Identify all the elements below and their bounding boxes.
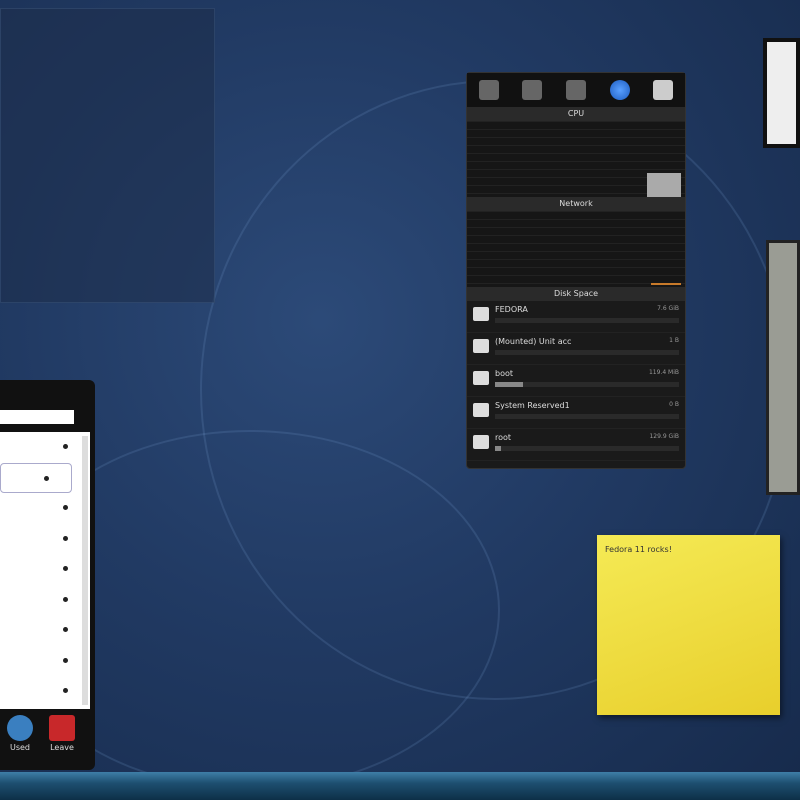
menu-item[interactable] <box>0 462 72 493</box>
disk-name: root <box>495 433 512 442</box>
menu-item[interactable] <box>0 554 90 585</box>
side-widget[interactable] <box>766 240 800 495</box>
disk-row: boot 119.4 MiB <box>467 365 685 397</box>
disk-row: (Mounted) Unit acc 1 B <box>467 333 685 365</box>
menu-item[interactable] <box>0 676 90 707</box>
disk-size: 1 B <box>669 337 679 344</box>
system-monitor-widget[interactable]: CPU Network Disk Space FEDORA 7.6 GiB (Mou… <box>466 72 686 469</box>
arrow-icon <box>44 475 49 481</box>
disk-usage-bar <box>495 382 679 387</box>
network-tab-icon[interactable] <box>522 80 543 100</box>
disk-row: System Reserved1 0 B <box>467 397 685 429</box>
arrow-icon <box>63 566 68 571</box>
disk-usage-bar <box>495 318 679 323</box>
network-graph <box>467 211 685 287</box>
disk-row: root 129.9 GiB <box>467 429 685 461</box>
disk-usage-bar <box>495 446 679 451</box>
disk-size: 119.4 MiB <box>648 369 679 376</box>
disk-name: FEDORA <box>495 305 528 314</box>
cpu-tab-icon[interactable] <box>478 80 499 100</box>
power-icon <box>49 715 75 741</box>
folder-view-widget[interactable] <box>0 8 215 303</box>
note-text[interactable]: Fedora 11 rocks! <box>605 545 672 554</box>
leave-button[interactable]: Leave <box>42 715 82 752</box>
disk-header: Disk Space <box>467 287 685 301</box>
menu-item[interactable] <box>0 646 90 677</box>
search-input[interactable] <box>0 410 74 424</box>
disk-row: FEDORA 7.6 GiB <box>467 301 685 333</box>
disk-usage-bar <box>495 350 679 355</box>
leave-label: Leave <box>50 743 74 752</box>
arrow-icon <box>63 657 68 663</box>
cpu-header: CPU <box>467 107 685 121</box>
disk-usage-bar <box>495 414 679 419</box>
disk-size: 129.9 GiB <box>649 433 679 440</box>
drive-icon <box>473 339 489 353</box>
cpu-graph <box>467 121 685 197</box>
drive-icon <box>473 435 489 449</box>
network-header: Network <box>467 197 685 211</box>
menu-item[interactable] <box>0 524 90 555</box>
arrow-icon <box>63 596 68 602</box>
disk-name: boot <box>495 369 514 378</box>
drive-icon <box>473 371 489 385</box>
kickoff-menu: Used Leave <box>0 380 95 770</box>
sticky-note[interactable]: Fedora 11 rocks! <box>597 535 780 715</box>
picture-frame-widget[interactable] <box>763 38 800 148</box>
arrow-icon <box>63 505 68 510</box>
disk-size: 0 B <box>669 401 679 408</box>
used-label: Used <box>9 743 31 752</box>
menu-list <box>0 432 90 709</box>
disk-tab-icon[interactable] <box>653 80 674 100</box>
menu-item[interactable] <box>0 493 90 524</box>
monitor-tabs <box>467 73 685 107</box>
disk-size: 7.6 GiB <box>657 305 679 312</box>
taskbar-panel[interactable] <box>0 772 800 800</box>
disk-name: (Mounted) Unit acc <box>495 337 572 346</box>
drive-icon <box>473 307 489 321</box>
drive-icon <box>473 403 489 417</box>
globe-tab-icon[interactable] <box>609 80 630 100</box>
scrollbar[interactable] <box>82 436 88 705</box>
menu-item[interactable] <box>0 615 90 646</box>
used-button[interactable]: Used <box>0 715 40 752</box>
menu-item[interactable] <box>0 585 90 616</box>
arrow-icon <box>63 444 68 449</box>
hardware-tab-icon[interactable] <box>565 80 586 100</box>
arrow-icon <box>63 688 68 693</box>
arrow-icon <box>63 535 68 541</box>
disk-name: System Reserved1 <box>495 401 570 410</box>
arrow-icon <box>63 627 68 632</box>
menu-item[interactable] <box>0 432 90 463</box>
used-icon <box>7 715 33 741</box>
